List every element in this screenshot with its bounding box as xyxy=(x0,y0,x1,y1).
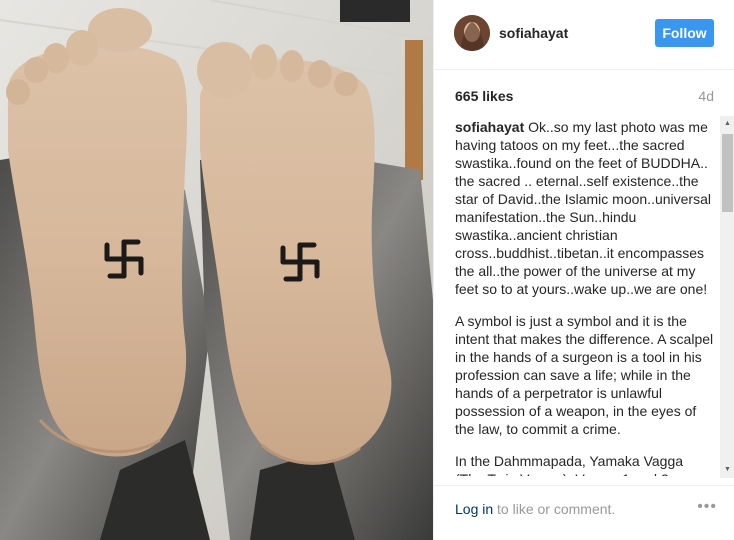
caption: sofiahayat Ok..so my last photo was me h… xyxy=(455,118,714,476)
scroll-down-arrow-icon[interactable]: ▼ xyxy=(720,462,734,478)
caption-text: Ok..so my last photo was me having tatoo… xyxy=(455,119,711,297)
post-side-panel: sofiahayat Follow 665 likes 4d sofiahaya… xyxy=(433,0,734,540)
post-timestamp[interactable]: 4d xyxy=(698,88,714,104)
caption-paragraph: sofiahayat Ok..so my last photo was me h… xyxy=(455,118,714,298)
likes-count[interactable]: 665 likes xyxy=(455,88,513,104)
more-options-icon[interactable]: ••• xyxy=(697,498,717,516)
caption-paragraph: In the Dahmmapada, Yamaka Vagga (The Twi… xyxy=(455,453,684,476)
login-prompt: Log in to like or comment. xyxy=(455,501,615,517)
caption-scrollbar[interactable]: ▲ ▼ xyxy=(720,116,734,478)
caption-author[interactable]: sofiahayat xyxy=(455,119,524,135)
avatar-image xyxy=(454,15,490,51)
caption-paragraph: A symbol is just a symbol and it is the … xyxy=(455,313,714,437)
feet-tattoo-image xyxy=(0,0,433,540)
post-header: sofiahayat Follow xyxy=(434,0,734,70)
likes-row: 665 likes 4d xyxy=(434,70,734,115)
post-footer: Log in to like or comment. ••• xyxy=(434,485,734,540)
follow-button[interactable]: Follow xyxy=(655,19,714,47)
scroll-up-arrow-icon[interactable]: ▲ xyxy=(720,116,734,132)
avatar[interactable] xyxy=(454,15,490,51)
login-link[interactable]: Log in xyxy=(455,501,493,517)
post-photo[interactable] xyxy=(0,0,433,540)
post-modal: sofiahayat Follow 665 likes 4d sofiahaya… xyxy=(0,0,734,540)
login-prompt-text: to like or comment. xyxy=(493,501,616,517)
scrollbar-thumb[interactable] xyxy=(722,134,733,212)
post-username[interactable]: sofiahayat xyxy=(499,25,568,41)
